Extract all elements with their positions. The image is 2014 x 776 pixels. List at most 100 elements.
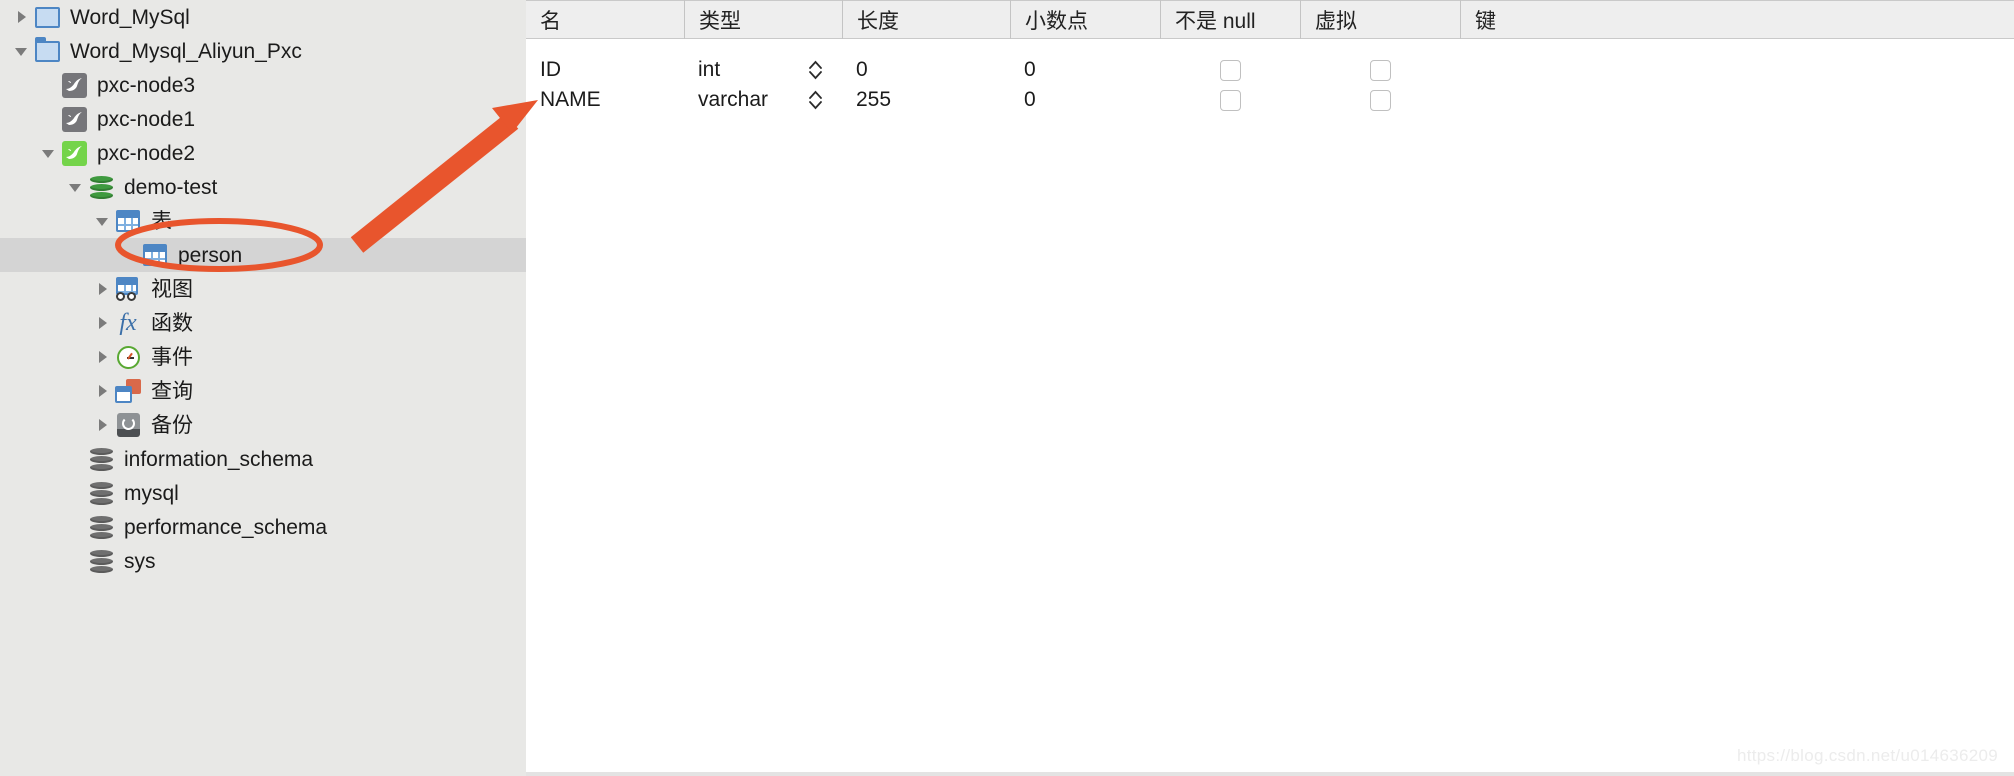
not-null-checkbox[interactable] (1160, 55, 1300, 85)
column-header-label: 虚拟 (1315, 9, 1357, 33)
tree-item-label: 函数 (151, 311, 193, 335)
checkbox[interactable] (1369, 59, 1391, 81)
database-icon (88, 174, 114, 200)
not-null-checkbox[interactable] (1160, 85, 1300, 115)
backup-icon (115, 412, 141, 438)
cell-decimals[interactable]: 0 (1010, 55, 1160, 85)
tree-item-person[interactable]: person (0, 238, 526, 272)
cell-value: ID (540, 58, 561, 81)
column-header-3[interactable]: 小数点 (1010, 0, 1160, 39)
field-grid-header[interactable]: 名 类型 长度 小数点 不是 null 虚拟 键 (526, 0, 2014, 39)
column-header-5[interactable]: 虚拟 (1300, 0, 1460, 39)
chevron-right-icon[interactable] (89, 417, 115, 433)
column-header-2[interactable]: 长度 (842, 0, 1010, 39)
chevron-right-icon[interactable] (89, 349, 115, 365)
table-row[interactable]: NAME varchar 255 0 (526, 85, 2014, 115)
tree-item-label: 表 (151, 209, 172, 233)
chevron-down-icon[interactable] (89, 213, 115, 229)
database-grey-icon (88, 548, 114, 574)
tree-item-[interactable]: 表 (0, 204, 526, 238)
type-stepper-icon[interactable] (809, 90, 822, 110)
function-icon: fx (119, 310, 137, 336)
tree-item-[interactable]: 备份 (0, 408, 526, 442)
cell-value: 0 (1024, 58, 1036, 81)
column-header-0[interactable]: 名 (526, 0, 684, 39)
tree-item-pxc-node3[interactable]: pxc-node3 (0, 68, 526, 102)
tree-item-performance_schema[interactable]: performance_schema (0, 510, 526, 544)
connection-tree[interactable]: Word_MySql Word_Mysql_Aliyun_Pxc pxc-node3… (0, 0, 526, 578)
checkbox[interactable] (1369, 89, 1391, 111)
checkbox[interactable] (1219, 89, 1241, 111)
view-icon (115, 276, 141, 302)
virtual-checkbox[interactable] (1300, 85, 1460, 115)
table-row[interactable]: ID int 0 0 (526, 55, 2014, 85)
tree-item-[interactable]: 查询 (0, 374, 526, 408)
tree-item-label: mysql (124, 481, 179, 505)
folder-icon (34, 4, 60, 30)
type-stepper-icon[interactable] (809, 60, 822, 80)
mysql-dolphin-icon (61, 72, 87, 98)
cell-value: int (698, 58, 721, 81)
cell-key[interactable] (1460, 55, 1620, 85)
tree-item-label: demo-test (124, 175, 218, 199)
column-header-label: 类型 (699, 9, 741, 33)
tree-item-label: person (178, 243, 243, 267)
cell-name[interactable]: ID (526, 55, 684, 85)
chevron-right-icon[interactable] (89, 281, 115, 297)
tree-item-pxc-node2[interactable]: pxc-node2 (0, 136, 526, 170)
checkbox[interactable] (1219, 59, 1241, 81)
cell-value: 255 (856, 88, 892, 111)
column-header-6[interactable]: 键 (1460, 0, 1620, 39)
tree-item-label: pxc-node2 (97, 141, 196, 165)
chevron-down-icon[interactable] (35, 145, 61, 161)
tree-item-[interactable]: fx 函数 (0, 306, 526, 340)
tree-item-sys[interactable]: sys (0, 544, 526, 578)
cell-name[interactable]: NAME (526, 85, 684, 115)
column-header-1[interactable]: 类型 (684, 0, 842, 39)
tree-item-label: pxc-node3 (97, 73, 196, 97)
tree-item-label: information_schema (124, 447, 314, 471)
tree-item-label: 备份 (151, 413, 193, 437)
chevron-down-icon[interactable] (62, 179, 88, 195)
virtual-checkbox[interactable] (1300, 55, 1460, 85)
folder-open-icon (34, 36, 60, 64)
object-tree-sidebar[interactable]: Word_MySql Word_Mysql_Aliyun_Pxc pxc-node3… (0, 0, 526, 776)
chevron-down-icon[interactable] (8, 43, 34, 59)
field-grid-body[interactable]: ID int 0 0 NAME varchar 255 0 (526, 55, 2014, 115)
tree-item-label: 事件 (151, 345, 193, 369)
cell-value: 0 (1024, 88, 1036, 111)
tree-item-demo-test[interactable]: demo-test (0, 170, 526, 204)
cell-value: 0 (856, 58, 868, 81)
tree-item-information_schema[interactable]: information_schema (0, 442, 526, 476)
table-icon (142, 242, 168, 268)
cell-value: varchar (698, 88, 769, 111)
tree-item-[interactable]: 事件 (0, 340, 526, 374)
cell-length[interactable]: 255 (842, 85, 1010, 115)
bottom-bar (526, 772, 2014, 776)
tree-item-mysql[interactable]: mysql (0, 476, 526, 510)
tree-item-Word_MySql[interactable]: Word_MySql (0, 0, 526, 34)
cell-decimals[interactable]: 0 (1010, 85, 1160, 115)
mysql-dolphin-icon (61, 106, 87, 132)
tree-item-[interactable]: 视图 (0, 272, 526, 306)
tree-item-label: 视图 (151, 277, 193, 301)
tree-item-Word_Mysql_Aliyun_Pxc[interactable]: Word_Mysql_Aliyun_Pxc (0, 34, 526, 68)
chevron-right-icon[interactable] (8, 9, 34, 25)
database-grey-icon (88, 514, 114, 540)
chevron-right-icon[interactable] (89, 383, 115, 399)
chevron-right-icon[interactable] (89, 315, 115, 331)
cell-length[interactable]: 0 (842, 55, 1010, 85)
cell-key[interactable] (1460, 85, 1620, 115)
database-grey-icon (88, 480, 114, 506)
column-header-label: 小数点 (1025, 9, 1088, 33)
cell-type[interactable]: int (684, 55, 842, 85)
tree-item-label: pxc-node1 (97, 107, 196, 131)
table-icon (115, 208, 141, 234)
tree-item-label: performance_schema (124, 515, 328, 539)
column-header-label: 名 (540, 9, 561, 33)
cell-value: NAME (540, 88, 601, 111)
database-grey-icon (88, 446, 114, 472)
column-header-4[interactable]: 不是 null (1160, 0, 1300, 39)
tree-item-pxc-node1[interactable]: pxc-node1 (0, 102, 526, 136)
cell-type[interactable]: varchar (684, 85, 842, 115)
